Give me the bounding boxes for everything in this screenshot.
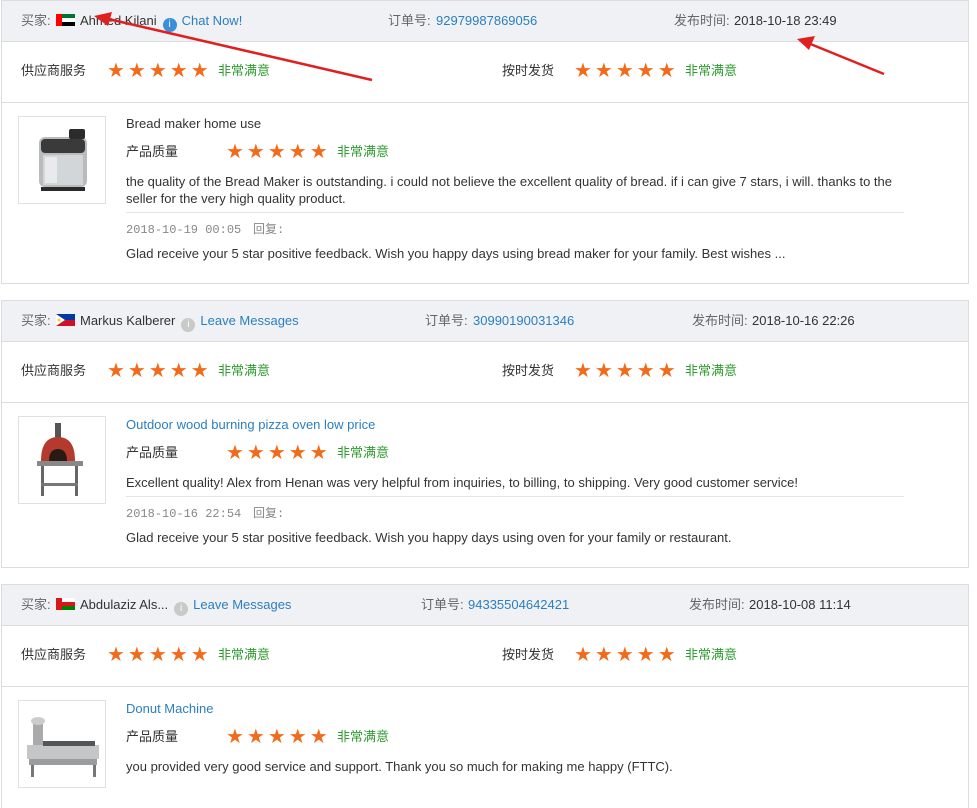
published-time-label: 发布时间: — [689, 597, 745, 612]
message-icon[interactable]: i — [181, 318, 196, 332]
order-number-label: 订单号: — [421, 597, 464, 612]
review-comment: you provided very good service and suppo… — [126, 759, 673, 774]
chat-now-link[interactable]: Chat Now! — [182, 13, 243, 28]
product-name-link[interactable]: Outdoor wood burning pizza oven low pric… — [126, 417, 375, 433]
supplier-service-label: 供应商服务 — [21, 63, 87, 78]
buyer-name[interactable]: Ahmed Kilani — [80, 13, 157, 28]
product-quality-rating-text: 非常满意 — [337, 144, 390, 159]
supplier-service-stars: ★★★★★ — [107, 644, 212, 666]
reply-time: 2018-10-19 00:05 — [126, 223, 242, 237]
seller-reply: Glad receive your 5 star positive feedba… — [126, 530, 732, 545]
donut-machine-image — [27, 717, 99, 777]
on-time-delivery-rating-text: 非常满意 — [685, 363, 738, 378]
on-time-delivery-rating-text: 非常满意 — [685, 647, 738, 662]
on-time-delivery-stars: ★★★★★ — [574, 360, 679, 382]
reply-label: 回复: — [253, 507, 285, 521]
published-time-label: 发布时间: — [674, 13, 730, 28]
message-icon[interactable]: i — [174, 602, 189, 616]
on-time-delivery-label: 按时发货 — [502, 363, 555, 378]
review-card: 买家: Markus Kalberer i Leave Messages 订单号: … — [1, 300, 969, 568]
on-time-delivery-stars: ★★★★★ — [574, 644, 679, 666]
product-quality-stars: ★★★★★ — [226, 141, 331, 163]
order-number-label: 订单号: — [425, 313, 468, 328]
order-number[interactable]: 30990190031346 — [473, 313, 574, 329]
review-comment: the quality of the Bread Maker is outsta… — [126, 174, 892, 206]
product-quality-rating-text: 非常满意 — [337, 445, 390, 460]
review-card: 买家: Abdulaziz Als... i Leave Messages 订单号:… — [1, 584, 969, 808]
product-name: Bread maker home use — [126, 116, 262, 131]
buyer-name[interactable]: Abdulaziz Als... — [80, 597, 168, 612]
product-quality-stars: ★★★★★ — [226, 442, 331, 464]
buyer-info: Ahmed Kilani i Chat Now! — [56, 13, 242, 32]
order-number[interactable]: 92979987869056 — [436, 13, 537, 29]
product-quality-label: 产品质量 — [126, 729, 179, 744]
reply-label: 回复: — [253, 223, 285, 237]
on-time-delivery-label: 按时发货 — [502, 647, 555, 662]
review-header: 买家: Markus Kalberer i Leave Messages 订单号: … — [2, 301, 968, 342]
review-header: 买家: Ahmed Kilani i Chat Now! 订单号: 92979987… — [2, 1, 968, 42]
divider — [126, 212, 904, 213]
review-header: 买家: Abdulaziz Als... i Leave Messages 订单号:… — [2, 585, 968, 626]
pizza-oven-image — [37, 423, 83, 496]
seller-reply: Glad receive your 5 star positive feedba… — [126, 246, 786, 261]
order-number-label: 订单号: — [388, 13, 431, 28]
reply-time: 2018-10-16 22:54 — [126, 507, 242, 521]
published-time: 2018-10-16 22:26 — [752, 313, 855, 328]
divider — [126, 496, 904, 497]
leave-messages-link[interactable]: Leave Messages — [193, 597, 291, 612]
product-quality-stars: ★★★★★ — [226, 726, 331, 748]
leave-messages-link[interactable]: Leave Messages — [200, 313, 298, 328]
supplier-service-rating-text: 非常满意 — [218, 363, 271, 378]
bread-maker-image — [39, 129, 87, 191]
philippines-flag-icon — [56, 314, 75, 326]
published-time: 2018-10-08 11:14 — [749, 597, 851, 612]
supplier-service-stars: ★★★★★ — [107, 360, 212, 382]
buyer-info: Markus Kalberer i Leave Messages — [56, 313, 299, 332]
product-name-link[interactable]: Donut Machine — [126, 701, 213, 717]
product-thumbnail[interactable] — [18, 416, 106, 504]
buyer-label: 买家: — [21, 597, 51, 612]
uae-flag-icon — [56, 14, 75, 26]
oman-flag-icon — [56, 598, 75, 610]
buyer-name[interactable]: Markus Kalberer — [80, 313, 175, 328]
buyer-label: 买家: — [21, 313, 51, 328]
product-thumbnail[interactable] — [18, 116, 106, 204]
supplier-service-rating-text: 非常满意 — [218, 63, 271, 78]
buyer-label: 买家: — [21, 13, 51, 28]
review-comment: Excellent quality! Alex from Henan was v… — [126, 475, 798, 490]
product-quality-label: 产品质量 — [126, 445, 179, 460]
rating-row: 供应商服务 ★★★★★ 非常满意 按时发货 ★★★★★ 非常满意 — [2, 41, 968, 103]
on-time-delivery-rating-text: 非常满意 — [685, 63, 738, 78]
chat-icon[interactable]: i — [162, 18, 177, 32]
rating-row: 供应商服务 ★★★★★ 非常满意 按时发货 ★★★★★ 非常满意 — [2, 625, 968, 687]
supplier-service-rating-text: 非常满意 — [218, 647, 271, 662]
supplier-service-label: 供应商服务 — [21, 647, 87, 662]
product-quality-rating-text: 非常满意 — [337, 729, 390, 744]
supplier-service-label: 供应商服务 — [21, 363, 87, 378]
review-card: 买家: Ahmed Kilani i Chat Now! 订单号: 92979987… — [1, 0, 969, 284]
rating-row: 供应商服务 ★★★★★ 非常满意 按时发货 ★★★★★ 非常满意 — [2, 341, 968, 403]
published-time: 2018-10-18 23:49 — [734, 13, 837, 28]
on-time-delivery-stars: ★★★★★ — [574, 60, 679, 82]
product-thumbnail[interactable] — [18, 700, 106, 788]
product-quality-label: 产品质量 — [126, 144, 179, 159]
buyer-info: Abdulaziz Als... i Leave Messages — [56, 597, 291, 616]
supplier-service-stars: ★★★★★ — [107, 60, 212, 82]
order-number[interactable]: 94335504642421 — [468, 597, 569, 613]
published-time-label: 发布时间: — [692, 313, 748, 328]
on-time-delivery-label: 按时发货 — [502, 63, 555, 78]
